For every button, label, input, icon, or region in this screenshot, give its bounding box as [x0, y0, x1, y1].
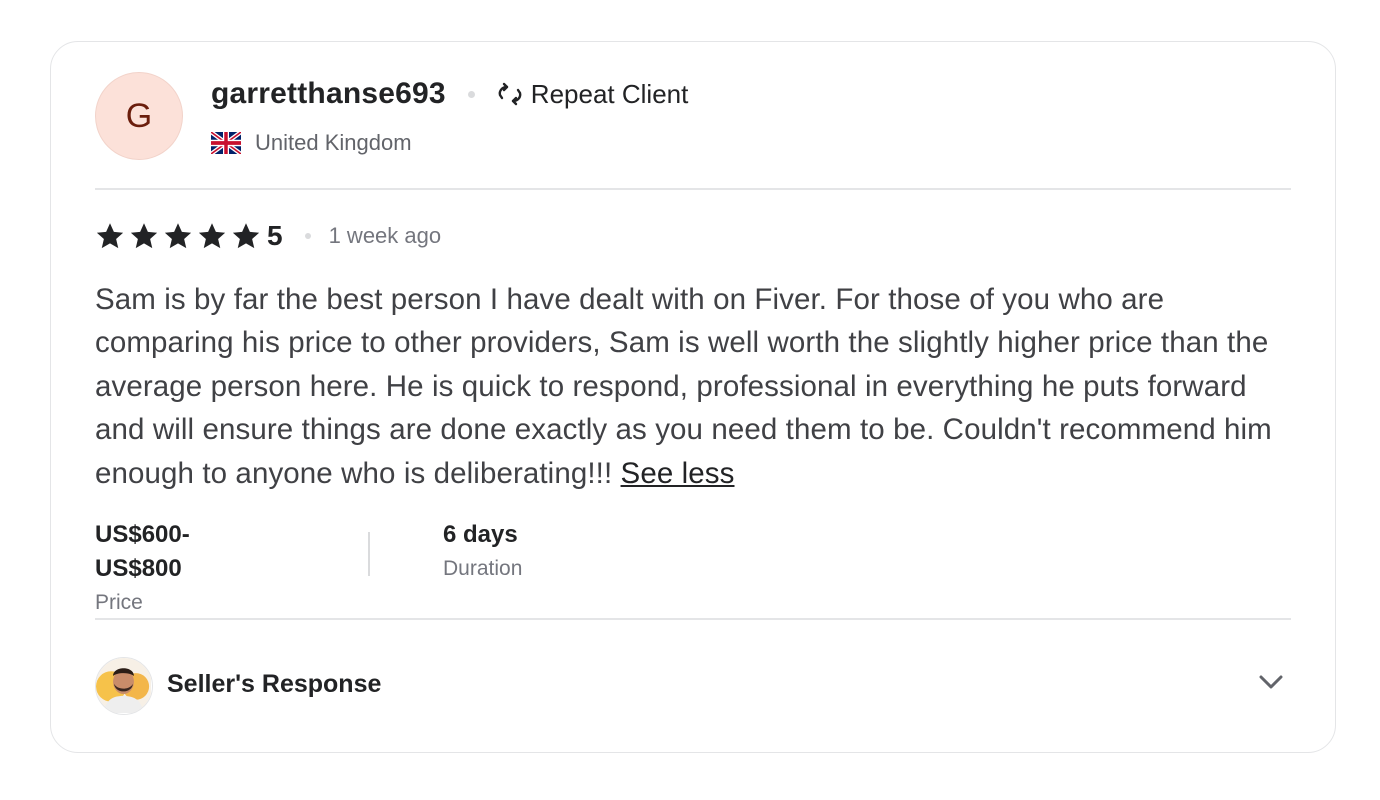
separator-dot: [304, 233, 311, 239]
duration-label: Duration: [443, 557, 523, 580]
reviewer-country-line: United Kingdom: [209, 128, 412, 158]
duration-value: 6 days: [443, 521, 518, 548]
rating-value: 5: [267, 220, 283, 251]
see-less-link[interactable]: See less: [621, 457, 735, 490]
reviewer-country: United Kingdom: [255, 130, 412, 155]
price-label: Price: [95, 591, 143, 614]
price-value: US$600-US$800: [95, 521, 190, 582]
header-divider: [95, 188, 1291, 190]
duration-stat: 6 days Duration: [443, 518, 522, 586]
reviewer-header: G garretthanse693 Repeat Client United K…: [95, 72, 1291, 188]
star-icon: [197, 221, 227, 251]
seller-response-label: Seller's Response: [167, 670, 382, 698]
separator-dot: [467, 90, 475, 98]
stats-bottom-divider: [95, 618, 1291, 620]
seller-response-toggle[interactable]: Seller's Response: [95, 656, 1291, 716]
star-icon: [163, 221, 193, 251]
star-icon: [95, 221, 125, 251]
repeat-icon: [495, 81, 525, 107]
repeat-client-badge: Repeat Client: [530, 78, 689, 109]
rating-row: 5 1 week ago: [95, 218, 441, 254]
reviewer-name-line: garretthanse693 Repeat Client: [211, 74, 688, 114]
review-time: 1 week ago: [328, 223, 442, 248]
star-icon: [231, 221, 261, 251]
review-body: Sam is by far the best person I have dea…: [95, 278, 1285, 495]
chevron-down-icon[interactable]: [1255, 666, 1287, 698]
uk-flag-icon: [209, 130, 243, 156]
stats-divider: [368, 532, 370, 576]
avatar-initial: G: [125, 96, 153, 135]
review-card: G garretthanse693 Repeat Client United K…: [50, 41, 1336, 753]
reviewer-avatar[interactable]: G: [95, 72, 183, 160]
reviewer-username[interactable]: garretthanse693: [211, 77, 446, 111]
seller-avatar: [95, 657, 153, 715]
price-stat: US$600-US$800 Price: [95, 518, 190, 620]
star-icon: [129, 221, 159, 251]
